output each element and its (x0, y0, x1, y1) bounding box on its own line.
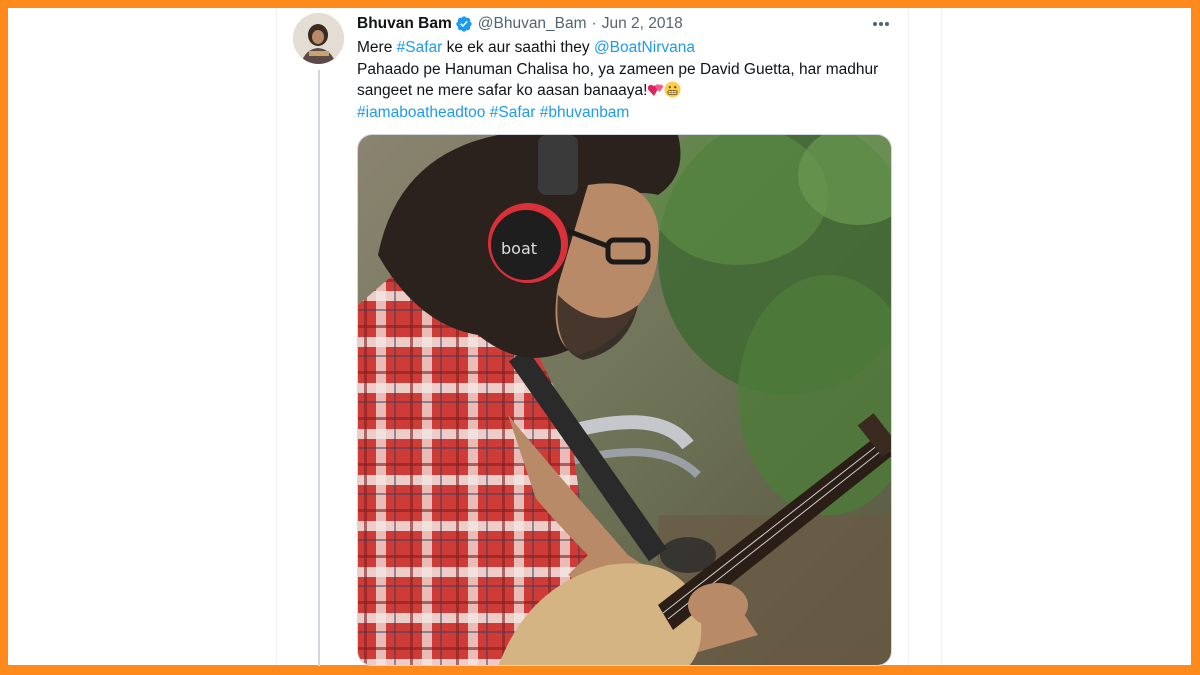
timeline-divider-left (276, 8, 277, 665)
thread-line (318, 70, 320, 666)
tweet-date[interactable]: Jun 2, 2018 (602, 15, 683, 33)
tweet-hashtags: #iamaboatheadtoo #Safar #bhuvanbam (357, 102, 897, 124)
tweet-header: Bhuvan Bam @Bhuvan_Bam · Jun 2, 2018 (357, 13, 683, 35)
frame-bottom (0, 665, 1200, 675)
grimacing-face-emoji (664, 81, 681, 98)
hashtag-link[interactable]: #Safar (490, 104, 536, 121)
sidebar-divider (941, 8, 942, 665)
text-segment: sangeet ne mere safar ko aasan banaaya! (357, 82, 648, 99)
tweet-line-3: sangeet ne mere safar ko aasan banaaya! (357, 80, 897, 102)
headphone-brand: boat (501, 239, 537, 258)
tweet-photo[interactable]: boat (357, 134, 892, 666)
text-segment: ke ek aur saathi they (442, 39, 594, 56)
tweet-line-2: Pahaado pe Hanuman Chalisa ho, ya zameen… (357, 60, 879, 78)
hashtag-link[interactable]: #bhuvanbam (540, 104, 630, 121)
mention-link[interactable]: @BoatNirvana (594, 39, 695, 56)
more-horizontal-icon[interactable] (866, 12, 896, 36)
timeline-divider-right (908, 8, 909, 665)
frame-top (0, 0, 1200, 8)
frame-left (0, 0, 8, 675)
two-hearts-emoji (647, 81, 664, 98)
avatar[interactable] (293, 13, 344, 64)
photo-illustration: boat (358, 135, 891, 665)
author-name[interactable]: Bhuvan Bam (357, 15, 452, 33)
hashtag-link[interactable]: #Safar (397, 39, 443, 56)
text-segment: Mere (357, 39, 397, 56)
frame-right (1191, 0, 1200, 675)
tweet-line-1: Mere #Safar ke ek aur saathi they @BoatN… (357, 37, 897, 59)
author-handle[interactable]: @Bhuvan_Bam (478, 15, 587, 33)
verified-badge-icon (455, 15, 473, 33)
dot-separator: · (591, 15, 597, 32)
tweet-text: Mere #Safar ke ek aur saathi they @BoatN… (357, 37, 897, 123)
hashtag-link[interactable]: #iamaboatheadtoo (357, 104, 485, 121)
